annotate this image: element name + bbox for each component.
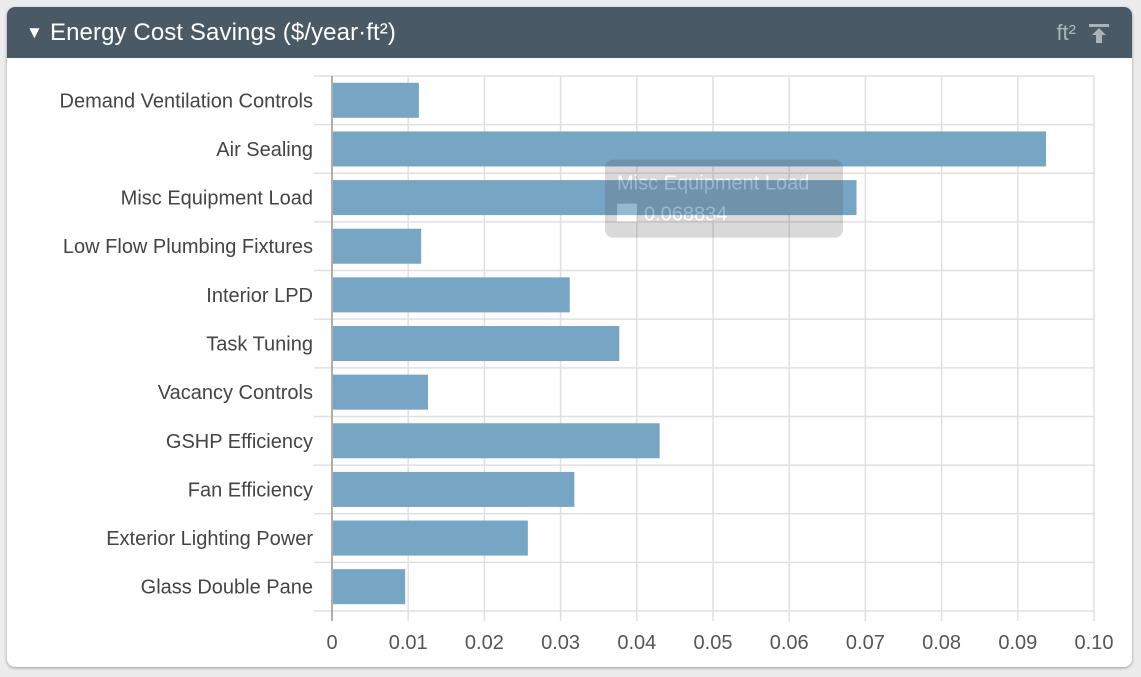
x-tick-label: 0.09 (998, 632, 1037, 654)
x-tick-label: 0.06 (770, 632, 809, 654)
bar (333, 325, 620, 362)
category-label: Low Flow Plumbing Fixtures (63, 236, 313, 258)
category-label: Misc Equipment Load (121, 188, 313, 210)
category-label: Interior LPD (206, 285, 313, 307)
bar (333, 520, 528, 556)
category-label: Demand Ventilation Controls (60, 90, 313, 112)
x-tick-label: 0.01 (389, 632, 428, 654)
x-tick-label: 0.04 (617, 632, 656, 654)
bar (333, 423, 660, 459)
x-tick-label: 0.08 (922, 632, 961, 654)
tooltip: Misc Equipment Load 0.068834 (605, 159, 843, 238)
bar (333, 82, 419, 118)
category-label: Vacancy Controls (158, 382, 313, 404)
x-tick-label: 0.07 (846, 632, 885, 654)
x-tick-label: 0.10 (1075, 632, 1114, 654)
caret-down-icon[interactable]: ▼ (26, 23, 44, 43)
chart-panel: ▼ Energy Cost Savings ($/year·ft²) ft² 0… (7, 7, 1132, 667)
category-label: Exterior Lighting Power (106, 528, 313, 550)
tooltip-box (605, 159, 843, 238)
category-label: Air Sealing (216, 139, 313, 161)
panel-header[interactable]: ▼ Energy Cost Savings ($/year·ft²) ft² (7, 7, 1132, 58)
bar-chart: 0 0.01 0.02 0.03 0.04 0.05 0.06 0.07 0.08 0.09 0.1… (60, 75, 1114, 654)
category-label: Task Tuning (206, 334, 313, 356)
bar (333, 471, 575, 507)
bar (333, 277, 570, 313)
tooltip-value: 0.068834 (644, 204, 727, 226)
tooltip-category: Misc Equipment Load (617, 173, 809, 195)
bar (333, 228, 422, 264)
panel-title: Energy Cost Savings ($/year·ft²) (50, 18, 396, 46)
tooltip-swatch (617, 203, 637, 222)
unit-toggle-button[interactable]: ft² (1056, 20, 1076, 46)
x-tick-label: 0.05 (694, 632, 733, 654)
category-label: GSHP Efficiency (166, 431, 313, 453)
x-tick-label: 0 (326, 632, 337, 654)
bar (333, 374, 429, 410)
category-label: Fan Efficiency (188, 479, 313, 501)
bar (333, 569, 406, 605)
x-tick-label: 0.03 (541, 632, 580, 654)
category-label: Glass Double Pane (141, 577, 313, 599)
x-tick-label: 0.02 (465, 632, 504, 654)
pin-to-top-icon[interactable] (1088, 22, 1110, 44)
